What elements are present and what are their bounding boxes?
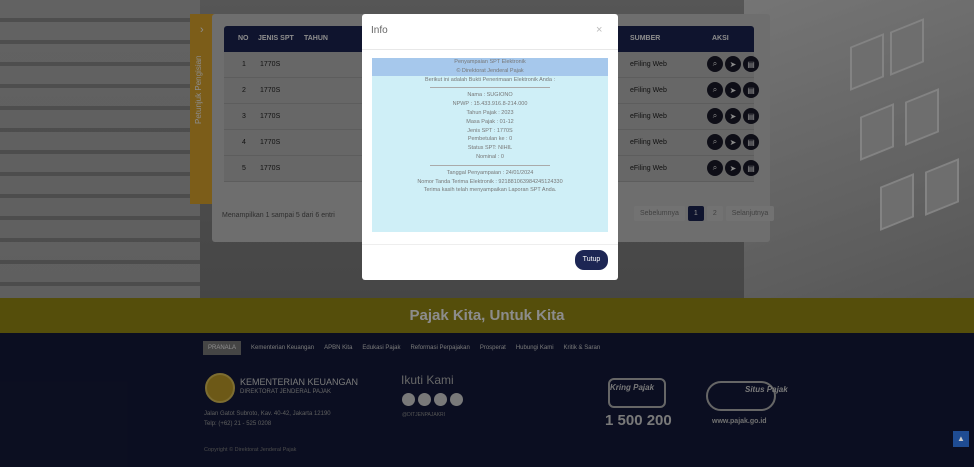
receipt-tanggal: Tanggal Penyampaian : 24/01/2024	[446, 169, 534, 176]
receipt-separator	[430, 87, 550, 89]
receipt-status: Status SPT: NIHIL	[467, 145, 513, 152]
receipt-thanks: Terima kasih telah menyampaikan Laporan …	[423, 187, 557, 194]
modal-divider	[362, 49, 618, 50]
receipt-nama: Nama : SUGIONO	[467, 92, 513, 99]
bpe-receipt: Penyampaian SPT Elektronik © Direktorat …	[372, 58, 608, 232]
receipt-tahun-pajak: Tahun Pajak : 2023	[466, 109, 514, 116]
modal-footer-divider	[362, 244, 618, 245]
info-modal: Info × Penyampaian SPT Elektronik © Dire…	[362, 14, 618, 280]
receipt-nomor-tanda-terima: Nomor Tanda Terima Elektronik : 92188106…	[417, 178, 563, 185]
scroll-top-icon[interactable]: ▲	[953, 431, 969, 447]
tutup-button[interactable]: Tutup	[575, 250, 608, 270]
receipt-intro: Berikut ini adalah Bukti Penerimaan Elek…	[425, 76, 555, 83]
receipt-masa-pajak: Masa Pajak : 01-12	[466, 118, 514, 125]
receipt-header: Penyampaian SPT Elektronik © Direktorat …	[372, 58, 608, 76]
receipt-jenis-spt: Jenis SPT : 1770S	[467, 127, 513, 134]
close-icon[interactable]: ×	[596, 24, 602, 36]
modal-title: Info	[371, 25, 388, 36]
receipt-separator	[430, 164, 550, 166]
receipt-pembetulan: Pembetulan ke : 0	[467, 136, 513, 143]
receipt-nominal: Nominal : 0	[476, 153, 504, 160]
receipt-header-line: © Direktorat Jenderal Pajak	[456, 67, 524, 74]
receipt-header-line: Penyampaian SPT Elektronik	[454, 59, 526, 65]
receipt-npwp: NPWP : 15.433.916.8-214.000	[452, 101, 528, 108]
